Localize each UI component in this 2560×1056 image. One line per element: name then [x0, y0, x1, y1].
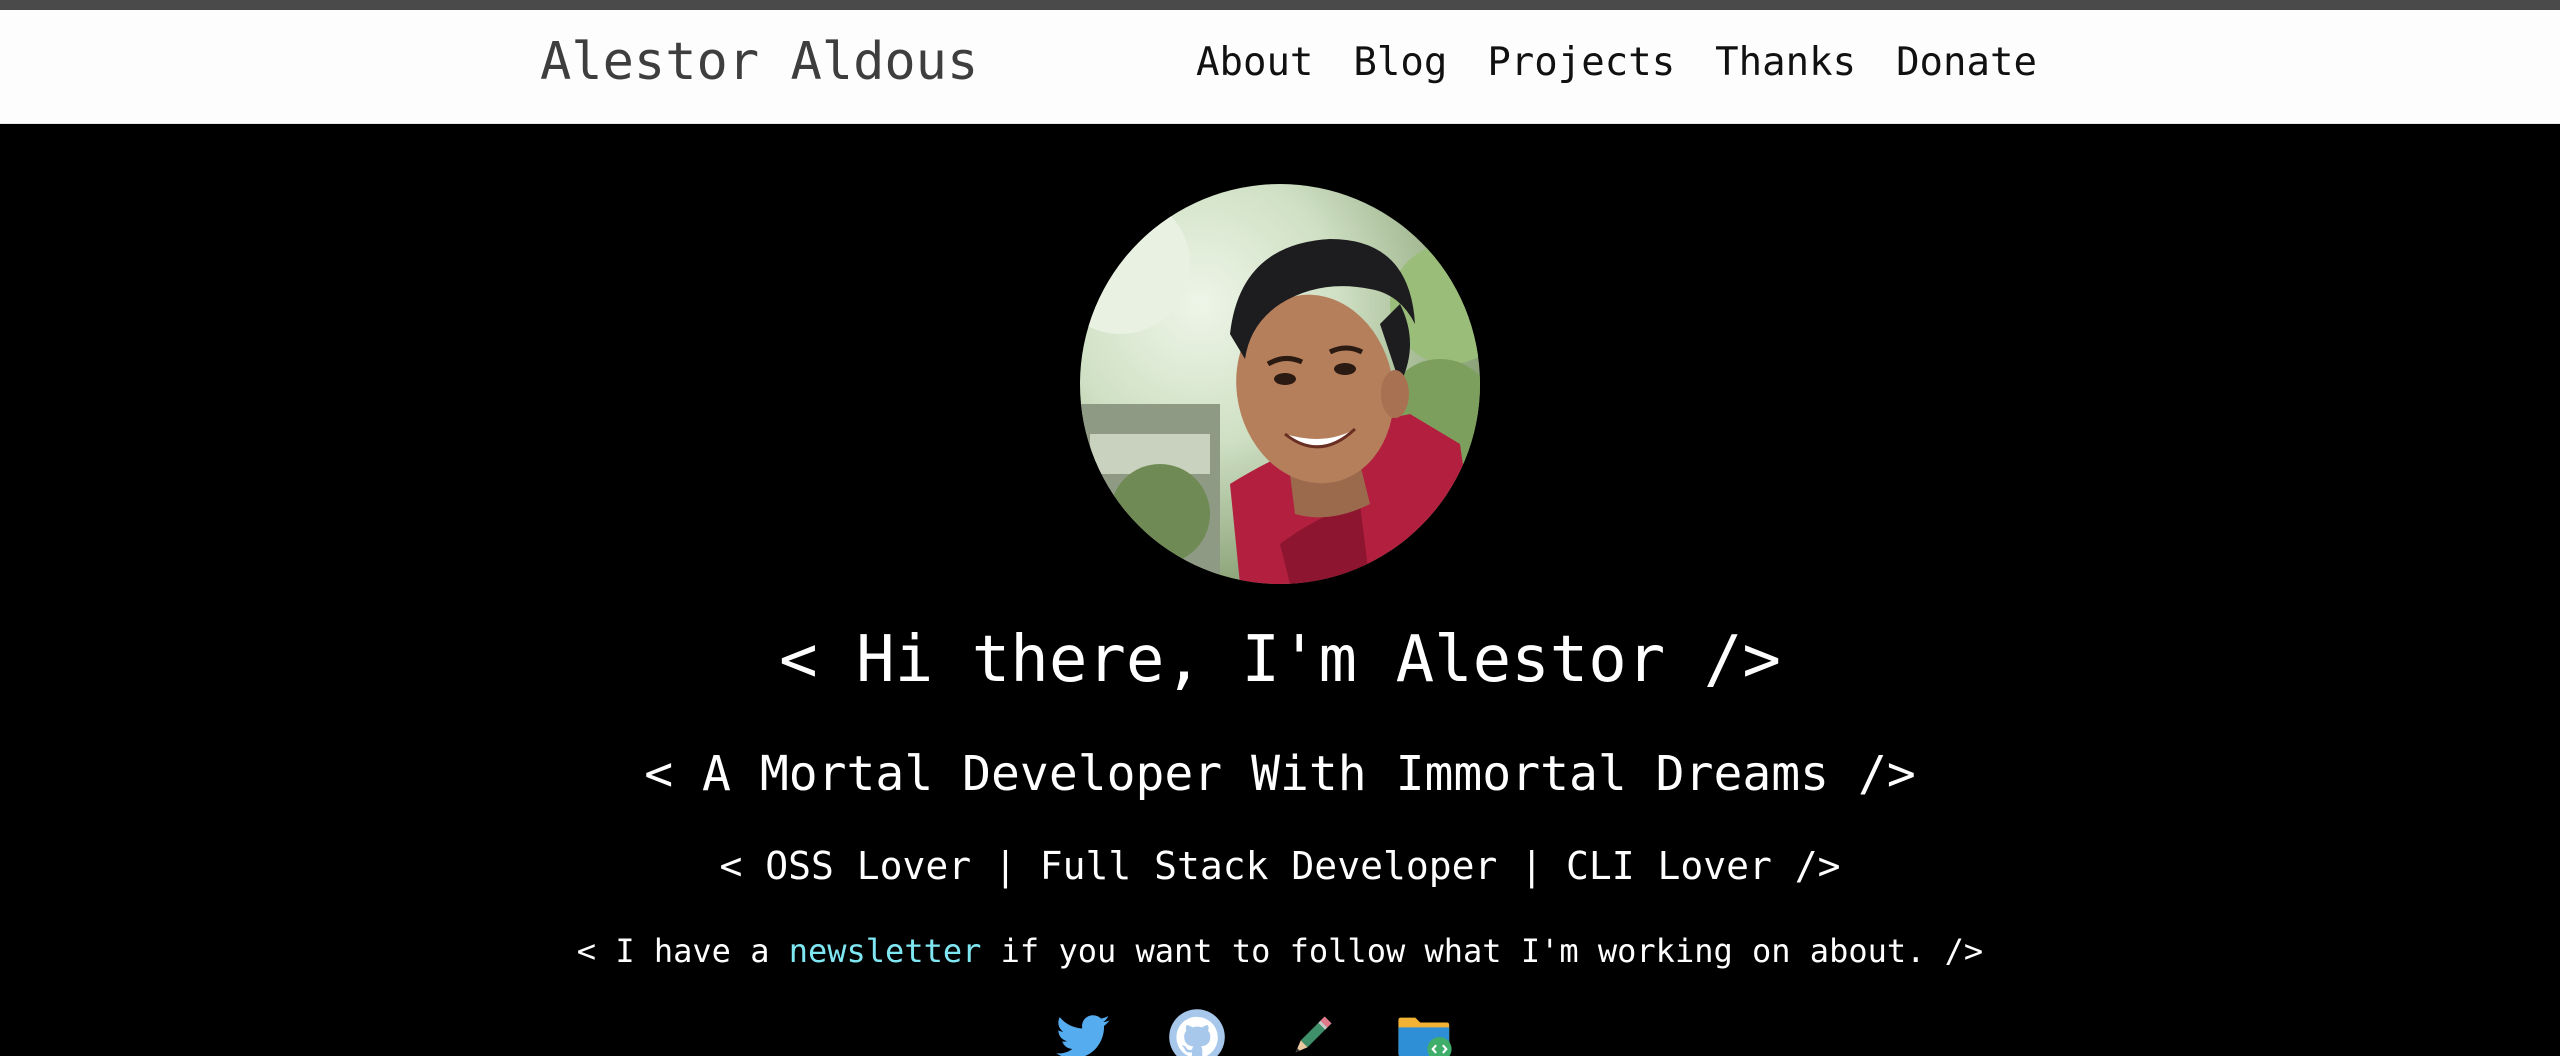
newsletter-text-before: < I have a: [576, 932, 789, 970]
nav-thanks-link[interactable]: Thanks: [1715, 40, 1856, 86]
site-header: Alestor Aldous About Blog Projects Thank…: [0, 10, 2560, 124]
nav-blog-link[interactable]: Blog: [1353, 40, 1447, 86]
profile-photo-illustration: [1080, 194, 1480, 584]
hero-roles: < OSS Lover | Full Stack Developer | CLI…: [719, 844, 1841, 888]
nav-projects-link[interactable]: Projects: [1487, 40, 1675, 86]
hero-section: < Hi there, I'm Alestor /> < A Mortal De…: [0, 124, 2560, 1056]
twitter-icon[interactable]: [1054, 1008, 1112, 1056]
main-nav: About Blog Projects Thanks Donate: [1196, 40, 2037, 86]
site-title-link[interactable]: Alestor Aldous: [540, 30, 978, 94]
pencil-icon[interactable]: [1282, 1008, 1340, 1056]
profile-avatar: [1080, 184, 1480, 584]
newsletter-text-after: if you want to follow what I'm working o…: [981, 932, 1984, 970]
newsletter-link[interactable]: newsletter: [789, 932, 982, 970]
top-border-strip: [0, 0, 2560, 10]
code-folder-icon[interactable]: [1396, 1008, 1454, 1056]
nav-donate-link[interactable]: Donate: [1896, 40, 2037, 86]
newsletter-line: < I have a newsletter if you want to fol…: [0, 930, 2560, 972]
social-links: [1054, 1008, 1454, 1056]
github-icon[interactable]: [1168, 1008, 1226, 1056]
hero-tagline: < A Mortal Developer With Immortal Dream…: [644, 746, 1916, 802]
hero-greeting: < Hi there, I'm Alestor />: [779, 623, 1781, 697]
nav-about-link[interactable]: About: [1196, 40, 1313, 86]
